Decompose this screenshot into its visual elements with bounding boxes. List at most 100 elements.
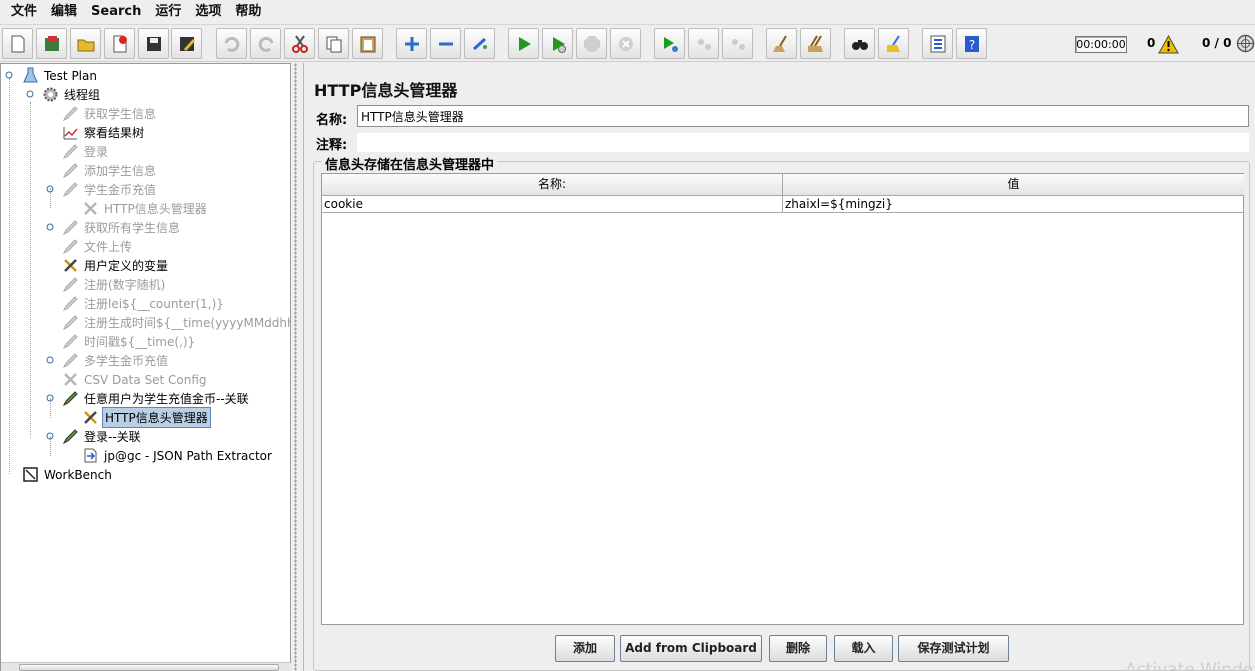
remote-stop-button[interactable] [688,28,719,59]
menu-file[interactable]: 文件 [4,0,44,24]
search-button[interactable] [844,28,875,59]
clear-button[interactable] [766,28,797,59]
menu-search[interactable]: Search [84,0,148,24]
tree-node-sampler[interactable]: 多学生金币充值 [61,351,170,370]
delete-button[interactable]: 删除 [769,635,827,662]
load-button[interactable]: 载入 [834,635,893,662]
broom-all-icon [807,34,823,52]
http-sampler-pencil-icon [62,334,78,350]
start-no-pauses-button[interactable] [542,28,573,59]
tree-node-test-plan[interactable]: Test Plan [21,66,99,85]
thread-group-gear-icon [43,87,57,102]
tree-node-sampler[interactable]: 登录 [61,142,110,161]
menu-options[interactable]: 选项 [188,0,228,24]
tree-node-sampler[interactable]: 文件上传 [61,237,134,256]
tree-node-workbench[interactable]: WorkBench [21,465,114,484]
headers-table[interactable]: 名称: 值 cookie zhaixl=${mingzi} [321,173,1244,625]
collapse-toggle-icon[interactable] [5,71,13,79]
tree-node-sampler[interactable]: 添加学生信息 [61,161,158,180]
broom-icon [772,34,787,52]
templates-button[interactable] [36,28,67,59]
add-button[interactable]: 添加 [555,635,615,662]
clear-all-button[interactable] [800,28,831,59]
redo-button[interactable] [250,28,281,59]
play-no-timer-icon [552,36,566,53]
cut-button[interactable] [284,28,315,59]
tree-node-sampler[interactable]: 学生金币充值 [61,180,158,199]
expand-toggle-icon[interactable] [46,356,54,364]
tree-connector [9,78,10,474]
tree-node-sampler[interactable]: 注册lei${__counter(1,)} [61,294,226,313]
http-sampler-pencil-icon [62,429,78,445]
test-plan-tree[interactable]: Test Plan 线程组 获取学生信息 察看结果树 登录 添加学生信息 学生金… [0,63,292,671]
start-button[interactable] [508,28,539,59]
tree-node-csv-config[interactable]: CSV Data Set Config [61,370,209,389]
remote-start-button[interactable] [654,28,685,59]
elapsed-timer: 00:00:00 [1075,36,1127,53]
tree-node-header-manager[interactable]: HTTP信息头管理器 [81,199,209,218]
config-tools-icon [83,411,97,424]
function-helper-button[interactable] [922,28,953,59]
binoculars-icon [851,39,868,50]
toolbar: ? 00:00:00 0 0 / 0 [0,24,1255,62]
tree-node-sampler[interactable]: 任意用户为学生充值金币--关联 [61,389,251,408]
collapse-toggle-icon[interactable] [26,90,34,98]
remote-shutdown-icon [731,38,745,50]
menu-edit[interactable]: 编辑 [44,0,84,24]
save-as-button[interactable] [171,28,202,59]
tree-horizontal-scrollbar[interactable] [1,662,292,671]
add-from-clipboard-button[interactable]: Add from Clipboard [620,635,762,662]
open-button[interactable] [70,28,101,59]
tree-node-json-extractor[interactable]: jp@gc - JSON Path Extractor [81,446,274,465]
shutdown-button[interactable] [610,28,641,59]
table-cell-value[interactable]: zhaixl=${mingzi} [783,196,1244,213]
tree-node-sampler[interactable]: 获取所有学生信息 [61,218,182,237]
tree-node-results-tree[interactable]: 察看结果树 [61,123,146,142]
expand-toggle-icon[interactable] [46,223,54,231]
clipboard-paste-icon [360,36,375,52]
tree-node-header-manager-selected[interactable]: HTTP信息头管理器 [81,407,211,428]
menu-help[interactable]: 帮助 [228,0,268,24]
tree-connector [30,102,31,438]
tree-node-sampler[interactable]: 注册生成时间${__time(yyyyMMddhhmm [61,313,291,332]
tree-node-sampler[interactable]: 获取学生信息 [61,104,158,123]
tree-node-sampler[interactable]: 时间戳${__time(,)} [61,332,197,351]
reset-search-button[interactable] [878,28,909,59]
collapse-button[interactable] [430,28,461,59]
save-test-plan-button[interactable]: 保存测试计划 [898,635,1009,662]
play-icon [518,36,531,51]
close-button[interactable] [104,28,135,59]
column-header-value[interactable]: 值 [783,174,1244,196]
copy-button[interactable] [318,28,349,59]
collapse-toggle-icon[interactable] [46,432,54,440]
toggle-wand-icon [472,37,487,50]
tree-node-label: 添加学生信息 [84,164,157,178]
menu-run[interactable]: 运行 [148,0,188,24]
templates-book-icon [44,35,59,51]
tree-node-sampler[interactable]: 注册(数字随机) [61,275,167,294]
stop-button[interactable] [576,28,607,59]
panel-splitter[interactable] [292,63,300,671]
scrollbar-thumb[interactable] [19,664,279,671]
activation-watermark: Activate Windows [1125,660,1255,671]
tree-node-user-variables[interactable]: 用户定义的变量 [61,256,170,275]
warning-icon[interactable] [1158,35,1179,54]
name-input[interactable] [357,105,1249,127]
tree-node-label: 察看结果树 [84,126,145,140]
expand-button[interactable] [396,28,427,59]
paste-button[interactable] [352,28,383,59]
remote-shutdown-button[interactable] [722,28,753,59]
table-cell-name[interactable]: cookie [322,196,783,213]
undo-button[interactable] [216,28,247,59]
new-button[interactable] [2,28,33,59]
tree-node-thread-group[interactable]: 线程组 [41,85,102,104]
comment-input[interactable] [357,133,1249,152]
tree-node-sampler[interactable]: 登录--关联 [61,427,143,446]
toggle-button[interactable] [464,28,495,59]
column-header-name[interactable]: 名称: [322,174,783,196]
remote-globe-icon[interactable] [1236,34,1255,53]
collapse-toggle-icon[interactable] [46,185,54,193]
collapse-toggle-icon[interactable] [46,394,54,402]
save-button[interactable] [138,28,169,59]
help-button[interactable]: ? [956,28,987,59]
